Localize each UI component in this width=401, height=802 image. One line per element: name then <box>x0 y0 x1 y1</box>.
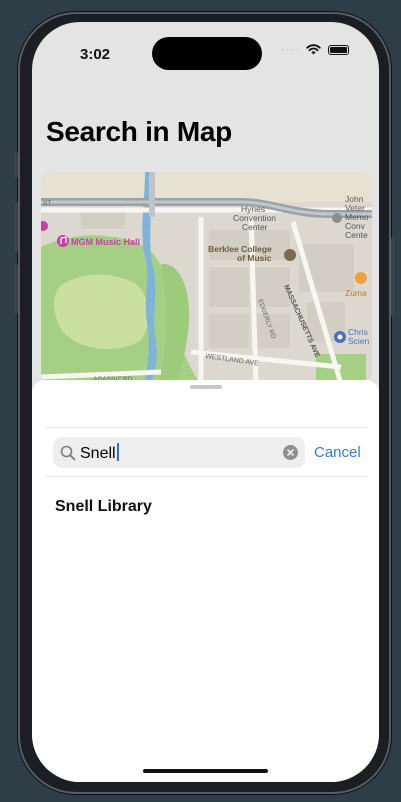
volume-down-button <box>14 264 18 314</box>
search-input-value: Snell <box>80 444 116 462</box>
cancel-button[interactable]: Cancel <box>314 444 361 461</box>
wifi-icon <box>306 44 321 55</box>
result-item-snell-library[interactable]: Snell Library <box>55 498 152 516</box>
map-label-st: ST <box>43 200 51 207</box>
side-button <box>391 237 395 317</box>
volume-up-button <box>14 202 18 252</box>
map-label-christian-2: Scien <box>348 336 370 346</box>
divider <box>46 427 367 428</box>
map-label-memorial-3: Cente <box>345 230 368 240</box>
map-view[interactable]: MGM Music Hall Hynes Convention Center B… <box>41 172 372 384</box>
search-sheet: Snell Cancel Snell Library <box>32 380 379 782</box>
map-label-berklee-2: of Music <box>237 253 272 263</box>
map-label-venue: MGM Music Hall <box>71 237 140 247</box>
page-title: Search in Map <box>46 116 232 147</box>
search-icon <box>60 445 76 460</box>
status-indicators: ···· <box>282 44 349 55</box>
status-time: 3:02 <box>80 46 111 63</box>
divider <box>46 476 367 477</box>
sheet-grabber[interactable] <box>190 385 222 389</box>
signal-icon: ···· <box>281 44 299 55</box>
search-input[interactable]: Snell <box>80 442 283 463</box>
home-indicator[interactable] <box>143 769 268 773</box>
action-button <box>14 152 18 178</box>
clear-icon[interactable] <box>283 445 298 460</box>
screen: 3:02 ···· Search in Map MGM Music Hall H… <box>32 22 379 782</box>
map-label-convention-3: Center <box>242 222 268 232</box>
search-field[interactable]: Snell <box>53 437 305 468</box>
battery-icon <box>328 44 349 55</box>
text-cursor <box>116 442 119 461</box>
dynamic-island <box>152 37 262 70</box>
map-label-zuma: Zuma <box>345 288 367 298</box>
